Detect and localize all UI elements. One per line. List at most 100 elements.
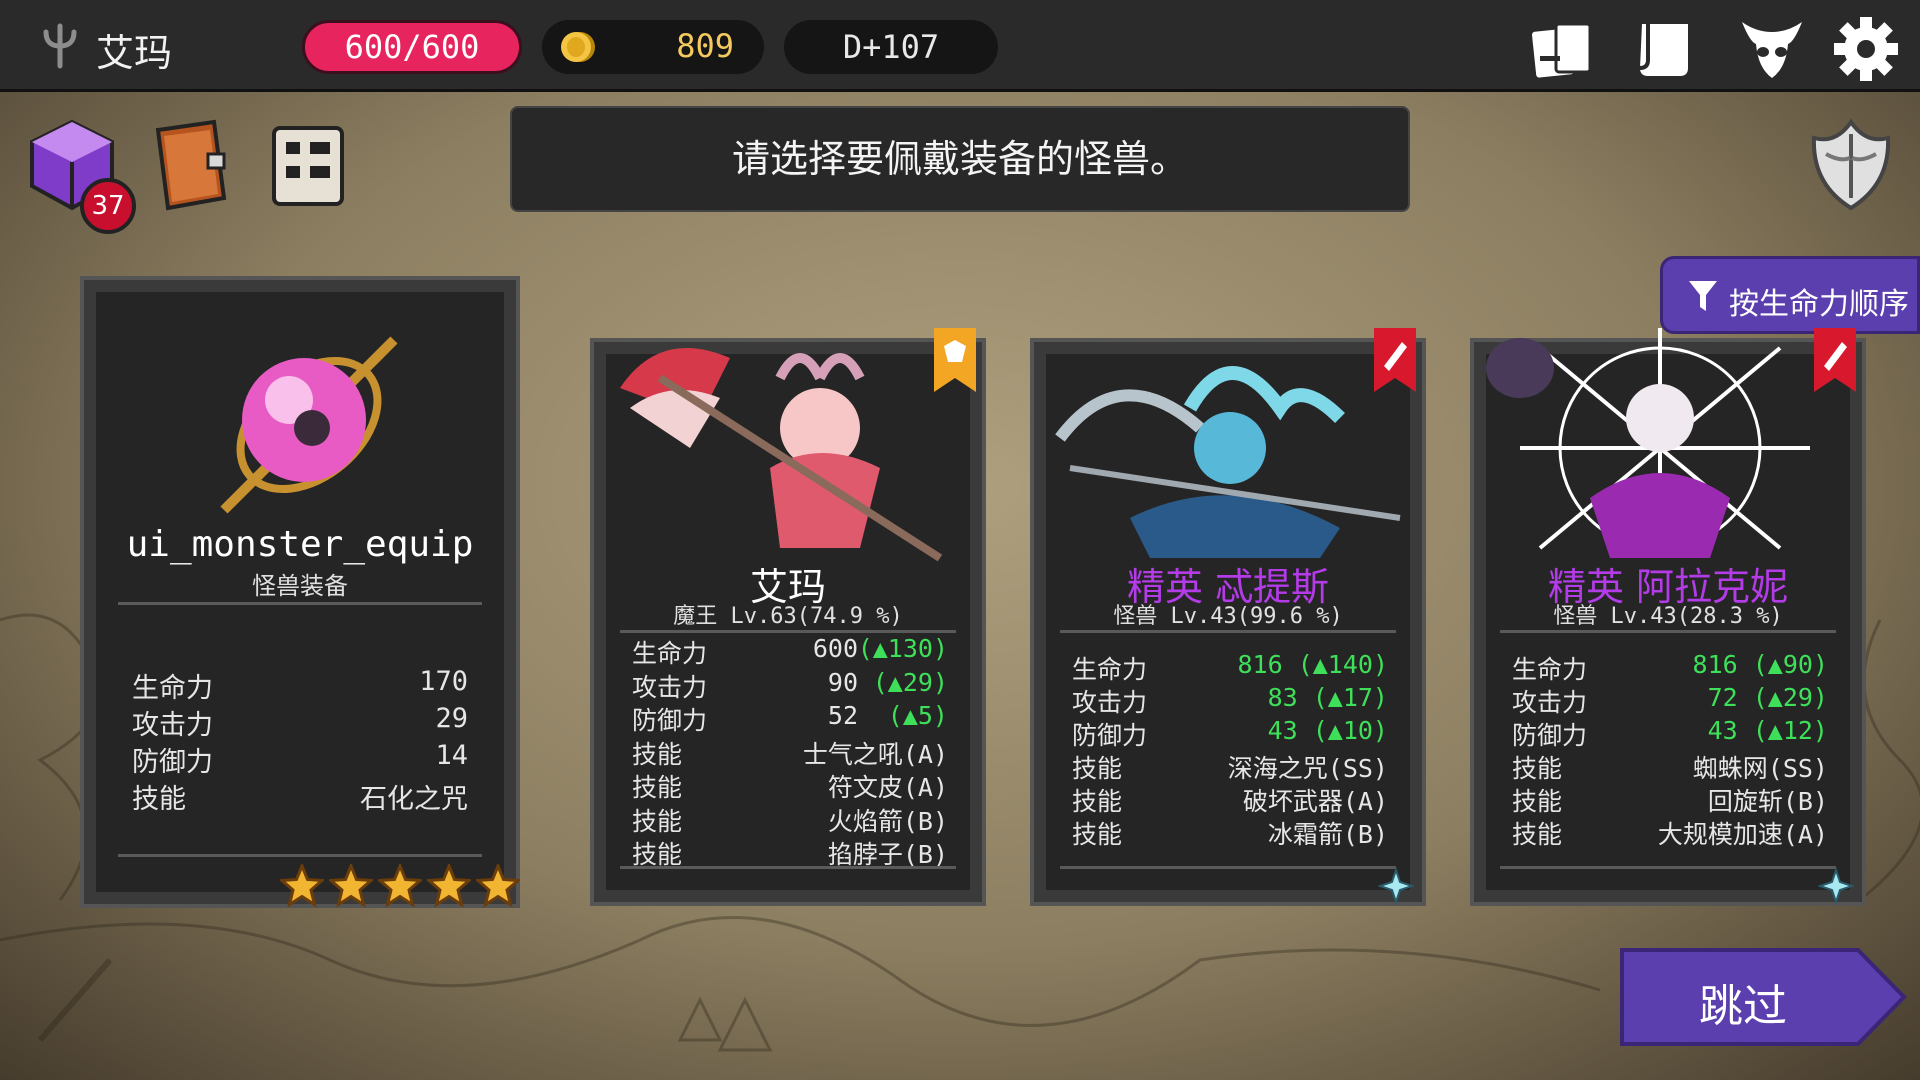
trident-icon xyxy=(43,23,77,69)
stat-label: 防御力 xyxy=(1072,721,1148,750)
skip-button-label: 跳过 xyxy=(1699,981,1787,1032)
demon-lord-emma-portrait xyxy=(620,348,943,562)
book-icon[interactable] xyxy=(144,116,236,216)
stat-label: 技能 xyxy=(1512,820,1563,849)
stat-row: 攻击力 29 xyxy=(84,703,516,741)
equipment-card: ui_monster_equip 怪兽装备 生命力 170 攻击力 29 防御力 14 技能… xyxy=(80,276,520,908)
monster-level-info: 魔王 Lv.63(74.9 %) xyxy=(673,604,903,629)
stat-row: 防御力 43 (▲12) xyxy=(1474,716,1862,750)
skill-name: 蜘蛛网(SS) xyxy=(1692,754,1828,783)
stat-value: 170 xyxy=(419,666,468,697)
card-divider xyxy=(620,630,956,633)
top-bar: 艾玛 600/600 809 D+107 xyxy=(0,0,1920,92)
stat-label: 技能 xyxy=(632,739,683,769)
card-divider xyxy=(620,866,956,869)
skill-name: 冰霜箭(B) xyxy=(1267,820,1388,849)
stat-row: 攻击力 72 (▲29) xyxy=(1474,683,1862,717)
skip-button[interactable]: 跳过 xyxy=(1618,946,1908,1048)
stat-bonus: (▲5) xyxy=(887,701,948,730)
equipment-type: 怪兽装备 xyxy=(252,572,348,600)
stat-row: 技能 石化之咒 xyxy=(84,777,516,815)
star-rating xyxy=(280,864,520,908)
player-name: 艾玛 xyxy=(96,31,173,75)
stat-label: 攻击力 xyxy=(132,710,213,741)
stat-label: 生命力 xyxy=(632,639,708,668)
stat-label: 技能 xyxy=(632,773,683,802)
stat-row: 技能 火焰箭(B) xyxy=(594,802,982,836)
skill-name: 深海之咒(SS) xyxy=(1227,754,1388,783)
stat-row: 攻击力 (▲29) 90 xyxy=(594,667,982,702)
stat-row: 生命力 816 (▲140) xyxy=(1034,650,1422,684)
stat-row: 防御力 43 (▲10) xyxy=(1034,716,1422,750)
monster-card[interactable]: 艾玛 魔王 Lv.63(74.9 %) 生命力 (▲130) 600 攻击力 (▲29) 90… xyxy=(590,328,986,906)
stat-label: 生命力 xyxy=(1512,655,1588,684)
leader-ribbon-icon[interactable] xyxy=(934,328,976,392)
stat-value: 90 xyxy=(827,667,858,697)
inventory-count-badge: 37 xyxy=(80,178,136,234)
skill-name: 火焰箭(B) xyxy=(827,806,948,836)
stat-label: 攻击力 xyxy=(632,672,708,702)
card-divider xyxy=(1060,630,1396,633)
stat-label: 技能 xyxy=(1512,754,1563,783)
pink-orb-staff-icon xyxy=(220,336,398,514)
demon-mask-icon[interactable] xyxy=(1736,16,1808,82)
stat-row: 攻击力 83 (▲17) xyxy=(1034,683,1422,717)
card-divider xyxy=(1500,866,1836,869)
sort-button-label: 按生命力顺序 xyxy=(1729,287,1909,322)
stat-value: 52 xyxy=(827,701,858,730)
stat-row: 防御力 14 xyxy=(84,740,516,778)
stat-row: 技能 回旋斩(B) xyxy=(1474,782,1862,816)
card-divider xyxy=(118,854,482,857)
ice-crystal-icon xyxy=(1818,868,1854,904)
stat-row: 技能 深海之咒(SS) xyxy=(1034,749,1422,783)
star-icon xyxy=(427,864,471,908)
filter-funnel-icon xyxy=(1689,281,1717,311)
gold-coin-icon xyxy=(561,32,595,62)
star-icon xyxy=(378,864,422,908)
stat-label: 防御力 xyxy=(632,706,708,735)
gold-value: 809 xyxy=(676,27,734,65)
instruction-message: 请选择要佩戴装备的怪兽。 xyxy=(510,106,1410,212)
stat-label: 生命力 xyxy=(1072,655,1148,684)
stat-row: 技能 符文皮(A) xyxy=(594,768,982,802)
stat-row: 技能 掐脖子(B) xyxy=(594,835,982,869)
stat-value: 29 xyxy=(435,703,468,734)
card-deck-icon[interactable] xyxy=(1526,16,1598,82)
stat-row: 生命力 (▲130) 600 xyxy=(594,634,982,668)
gear-icon[interactable] xyxy=(1830,16,1902,82)
skill-name: 回旋斩(B) xyxy=(1707,787,1828,816)
edit-ribbon-icon[interactable] xyxy=(1814,328,1856,392)
day-counter: D+107 xyxy=(784,20,998,74)
stat-row: 生命力 170 xyxy=(84,666,516,704)
card-divider xyxy=(1500,630,1836,633)
star-icon xyxy=(280,864,324,908)
quest-scroll-icon[interactable] xyxy=(262,116,354,216)
stat-value: 14 xyxy=(435,740,468,771)
hp-counter: 600/600 xyxy=(302,20,522,74)
stat-bonus: (▲130) xyxy=(857,634,948,663)
monster-card[interactable]: 精英 阿拉克妮 怪兽 Lv.43(28.3 %) 生命力 816 (▲90) 攻击力 72… xyxy=(1470,328,1866,906)
stat-value: 72 (▲29) xyxy=(1707,683,1828,712)
monster-level-info: 怪兽 Lv.43(28.3 %) xyxy=(1553,604,1783,629)
stat-row: 防御力 (▲5) 52 xyxy=(594,701,982,735)
gold-counter: 809 xyxy=(542,20,764,74)
stat-label: 防御力 xyxy=(1512,721,1588,750)
stat-row: 技能 大规模加速(A) xyxy=(1474,815,1862,849)
card-divider xyxy=(1060,866,1396,869)
stat-value: 83 (▲17) xyxy=(1267,683,1388,712)
winged-crest-icon[interactable] xyxy=(1806,114,1896,214)
stat-label: 攻击力 xyxy=(1072,688,1148,717)
stat-value: 石化之咒 xyxy=(360,784,468,815)
stat-label: 防御力 xyxy=(132,747,213,778)
skill-name: 士气之吼(A) xyxy=(802,739,948,769)
equipment-name: ui_monster_equip xyxy=(126,524,474,565)
scroll-map-icon[interactable] xyxy=(1630,16,1702,82)
skill-name: 大规模加速(A) xyxy=(1657,820,1828,849)
stat-label: 技能 xyxy=(1072,787,1123,816)
edit-ribbon-icon[interactable] xyxy=(1374,328,1416,392)
monster-card[interactable]: 精英 忒提斯 怪兽 Lv.43(99.6 %) 生命力 816 (▲140) 攻击力 83… xyxy=(1030,328,1426,906)
stat-row: 技能 士气之吼(A) xyxy=(594,735,982,769)
stat-label: 技能 xyxy=(1072,820,1123,849)
elite-arachne-portrait xyxy=(1486,328,1810,558)
star-icon xyxy=(329,864,373,908)
